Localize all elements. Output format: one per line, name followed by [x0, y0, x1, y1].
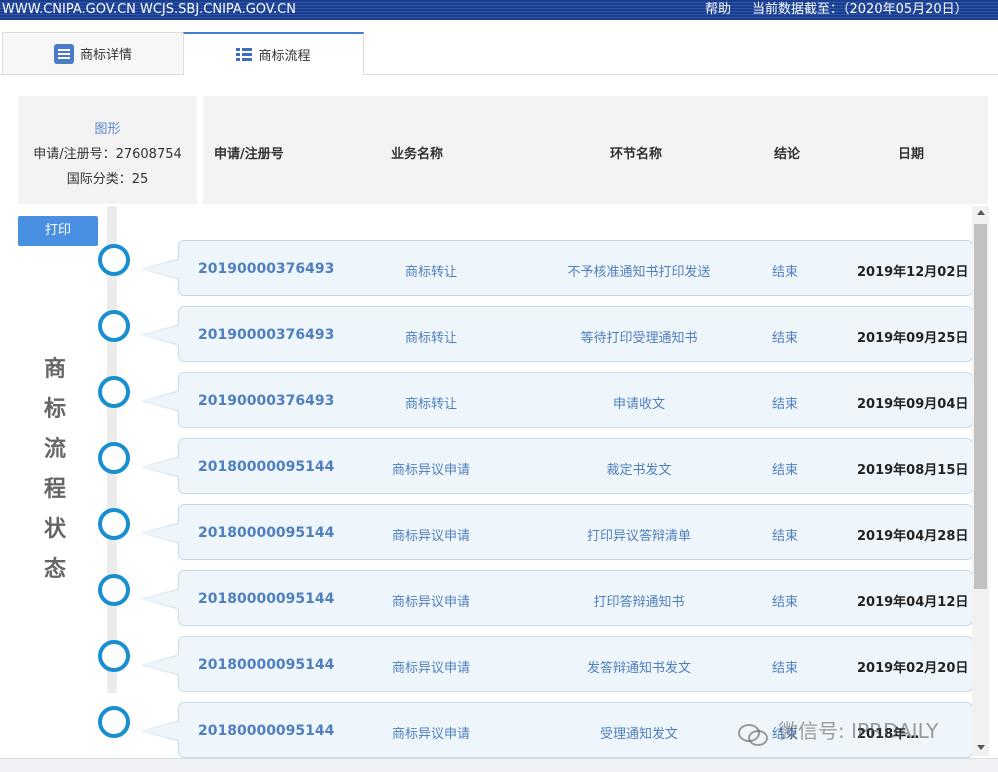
- row-pointer: [141, 324, 179, 346]
- wechat-watermark: 微信号: IPRDAILY: [738, 715, 939, 746]
- title-char: 状: [43, 517, 66, 542]
- row-reg-no[interactable]: 20180000095144: [198, 459, 334, 475]
- row-date: 2019年04月28日: [857, 529, 969, 544]
- document-list-icon: [53, 43, 74, 64]
- col-result: 结论: [774, 147, 801, 162]
- row-business: 商标异议申请: [391, 595, 470, 610]
- row-step: 不予核准通知书打印发送: [567, 265, 711, 280]
- row-result: 结束: [771, 397, 798, 412]
- tab-bar: 商标详情 商标流程: [0, 32, 998, 75]
- row-pointer: [141, 720, 179, 742]
- bottom-strip: [0, 758, 998, 772]
- title-char: 态: [43, 557, 66, 582]
- row-date: 2019年08月15日: [857, 463, 969, 478]
- timeline-node: [98, 574, 130, 606]
- timeline-row: 20190000376493 商标转让 等待打印受理通知书 结束 2019年09…: [141, 306, 973, 362]
- title-char: 流: [43, 437, 66, 462]
- title-char: 程: [43, 477, 66, 502]
- row-date: 2019年12月02日: [857, 265, 969, 280]
- timeline-row: 20180000095144 商标异议申请 裁定书发文 结束 2019年08月1…: [141, 438, 973, 494]
- row-reg-no[interactable]: 20190000376493: [198, 327, 334, 343]
- row-reg-no[interactable]: 20180000095144: [198, 591, 334, 607]
- timeline-node: [98, 244, 130, 276]
- trademark-info-card: 图形 申请/注册号：27608754 国际分类：25: [18, 96, 197, 204]
- row-reg-no[interactable]: 20180000095144: [198, 657, 334, 673]
- intl-class: 国际分类：25: [66, 172, 149, 187]
- process-status-title: 商 标 流 程 状 态: [38, 350, 72, 590]
- row-business: 商标转让: [404, 265, 457, 280]
- top-bar: WWW.CNIPA.GOV.CN WCJS.SBJ.CNIPA.GOV.CN 帮…: [0, 0, 998, 20]
- row-business: 商标异议申请: [391, 529, 470, 544]
- tab-trademark-detail[interactable]: 商标详情: [2, 32, 184, 74]
- help-link[interactable]: 帮助: [705, 0, 731, 20]
- row-date: 2019年02月20日: [857, 661, 969, 676]
- row-reg-no[interactable]: 20190000376493: [198, 261, 334, 277]
- row-business: 商标转让: [404, 331, 457, 346]
- reg-number: 申请/注册号：27608754: [33, 147, 182, 162]
- tab-trademark-process[interactable]: 商标流程: [183, 32, 364, 75]
- figure-label[interactable]: 图形: [18, 118, 197, 137]
- col-reg-no: 申请/注册号: [214, 147, 284, 162]
- row-result: 结束: [771, 265, 798, 280]
- timeline-row: 20180000095144 商标异议申请 打印答辩通知书 结束 2019年04…: [141, 570, 973, 626]
- timeline-row: 20180000095144 商标异议申请 打印异议答辩清单 结束 2019年0…: [141, 504, 973, 560]
- row-date: 2019年09月04日: [857, 397, 969, 412]
- row-step: 打印答辩通知书: [593, 595, 685, 610]
- row-result: 结束: [771, 331, 798, 346]
- timeline-row: 20180000095144 商标异议申请 发答辩通知书发文 结束 2019年0…: [141, 636, 973, 692]
- row-step: 发答辩通知书发文: [586, 661, 691, 676]
- row-reg-no[interactable]: 20180000095144: [198, 525, 334, 541]
- table-header: 申请/注册号 业务名称 环节名称 结论 日期: [203, 96, 988, 204]
- title-char: 商: [43, 357, 66, 382]
- site-domains: WWW.CNIPA.GOV.CN WCJS.SBJ.CNIPA.GOV.CN: [2, 2, 296, 17]
- row-step: 申请收文: [612, 397, 665, 412]
- tab-label: 商标流程: [258, 49, 311, 64]
- row-pointer: [141, 522, 179, 544]
- scroll-thumb[interactable]: [974, 224, 987, 589]
- row-pointer: [141, 258, 179, 280]
- row-reg-no[interactable]: 20190000376493: [198, 393, 334, 409]
- row-reg-no[interactable]: 20180000095144: [198, 723, 334, 739]
- row-step: 受理通知发文: [599, 727, 678, 742]
- row-business: 商标转让: [404, 397, 457, 412]
- timeline-node: [98, 310, 130, 342]
- tab-label: 商标详情: [79, 48, 132, 63]
- row-pointer: [141, 588, 179, 610]
- row-business: 商标异议申请: [391, 727, 470, 742]
- col-date: 日期: [898, 147, 925, 162]
- col-step: 环节名称: [610, 147, 663, 162]
- timeline-node: [98, 442, 130, 474]
- row-pointer: [141, 390, 179, 412]
- timeline-node: [98, 508, 130, 540]
- row-step: 等待打印受理通知书: [580, 331, 698, 346]
- vertical-scrollbar[interactable]: [972, 206, 989, 756]
- timeline-row: 20190000376493 商标转让 不予核准通知书打印发送 结束 2019年…: [141, 240, 973, 296]
- timeline-node: [98, 376, 130, 408]
- print-button[interactable]: 打印: [18, 216, 98, 246]
- row-business: 商标异议申请: [391, 463, 470, 478]
- row-date: 2019年04月12日: [857, 595, 969, 610]
- row-pointer: [141, 654, 179, 676]
- timeline-node: [98, 706, 130, 738]
- scroll-up-icon[interactable]: [977, 210, 985, 215]
- row-result: 结束: [771, 595, 798, 610]
- wechat-icon: [738, 722, 768, 746]
- timeline-node: [98, 640, 130, 672]
- row-pointer: [141, 456, 179, 478]
- row-date: 2019年09月25日: [857, 331, 969, 346]
- row-business: 商标异议申请: [391, 661, 470, 676]
- row-result: 结束: [771, 463, 798, 478]
- title-char: 标: [43, 397, 66, 422]
- row-step: 打印异议答辩清单: [586, 529, 691, 544]
- row-step: 裁定书发文: [606, 463, 672, 478]
- data-as-of: 当前数据截至：（2020年05月20日）: [752, 2, 968, 17]
- timeline-row: 20190000376493 商标转让 申请收文 结束 2019年09月04日: [141, 372, 973, 428]
- bullet-list-icon: [236, 47, 253, 62]
- col-business: 业务名称: [391, 147, 444, 162]
- scroll-down-icon[interactable]: [977, 745, 985, 750]
- row-result: 结束: [771, 661, 798, 676]
- row-result: 结束: [771, 529, 798, 544]
- watermark-text: 微信号: IPRDAILY: [778, 719, 939, 743]
